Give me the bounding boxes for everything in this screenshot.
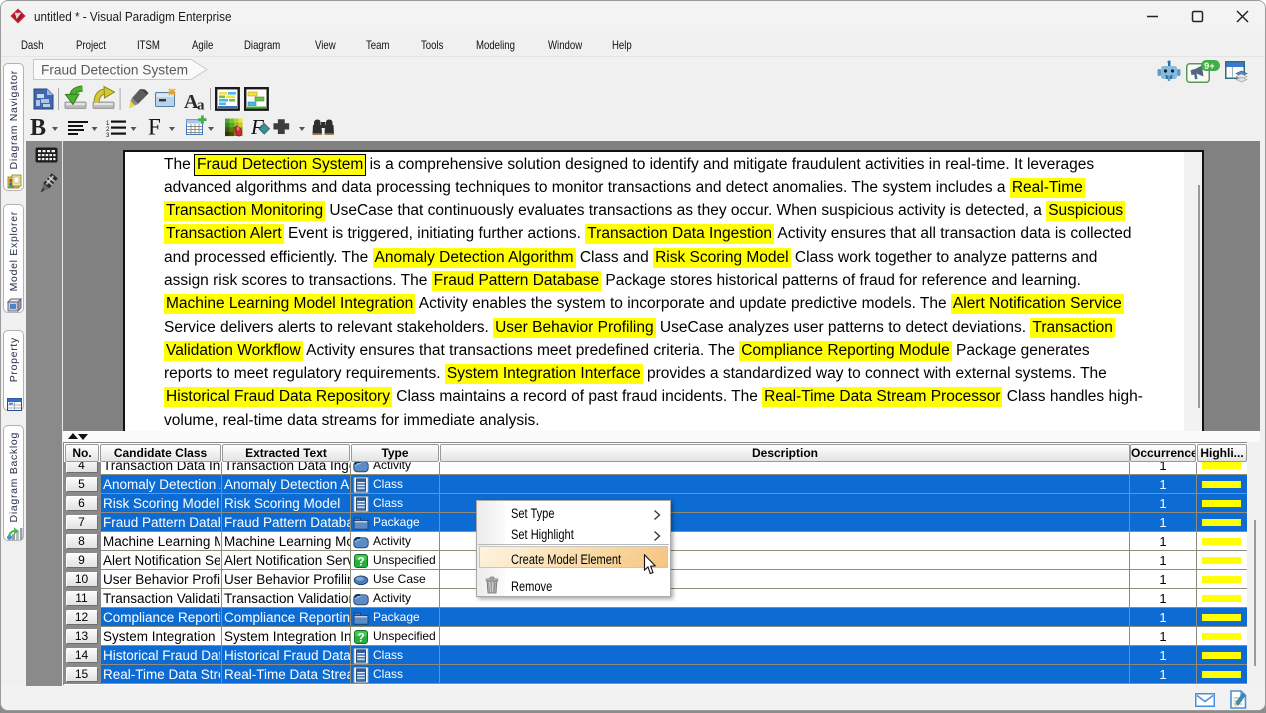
svg-text:Fraud Detection System: Fraud Detection System [41,62,188,78]
svg-text:3: 3 [106,133,110,139]
svg-text:a: a [197,98,205,114]
svg-text:F: F [148,115,161,140]
svg-text:9+: 9+ [1204,61,1215,72]
svg-text:B: B [30,115,46,141]
